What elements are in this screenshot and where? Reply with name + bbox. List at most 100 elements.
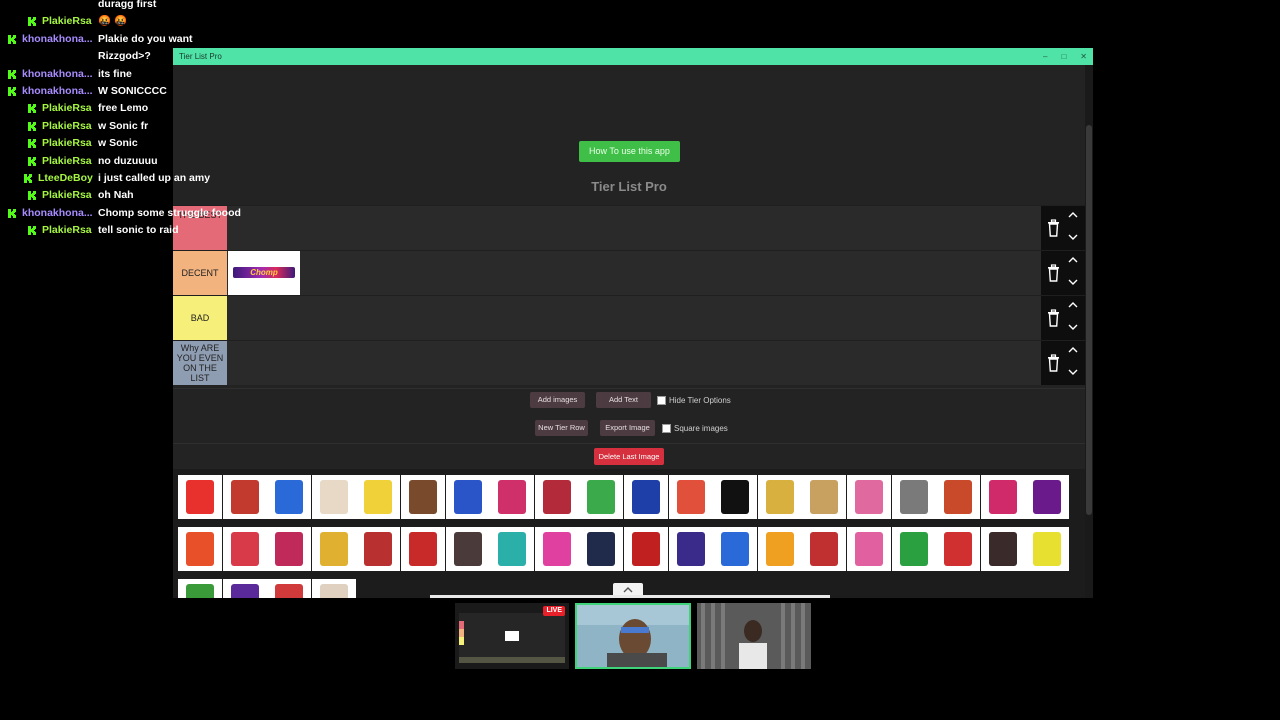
pool-image[interactable] <box>222 527 267 571</box>
pool-image[interactable] <box>267 527 312 571</box>
pool-image[interactable] <box>401 475 445 519</box>
pool-image[interactable] <box>534 527 579 571</box>
chat-username[interactable]: PlakieRsa <box>42 13 92 29</box>
pool-image[interactable] <box>757 475 802 519</box>
guest-cam-preview <box>697 603 811 669</box>
tier-row[interactable]: THE BEST <box>173 205 1085 250</box>
chat-username[interactable]: khonakhona... <box>22 31 93 47</box>
pool-image[interactable] <box>401 527 445 571</box>
pool-image[interactable] <box>356 475 401 519</box>
chat-username[interactable]: khonakhona... <box>22 205 93 221</box>
how-to-button[interactable]: How To use this app <box>579 141 680 162</box>
trash-icon[interactable] <box>1047 354 1060 372</box>
pool-image[interactable] <box>847 527 891 571</box>
pool-image[interactable] <box>311 527 356 571</box>
pool-image[interactable] <box>757 527 802 571</box>
chat-username[interactable]: khonakhona... <box>22 83 93 99</box>
screen-share-tile[interactable]: LIVE <box>455 603 569 669</box>
pool-image[interactable] <box>713 527 758 571</box>
pool-image[interactable] <box>178 527 222 571</box>
chat-username[interactable]: LteeDeBoy <box>38 170 93 186</box>
chevron-down-icon[interactable] <box>1067 322 1079 332</box>
pool-image[interactable] <box>178 579 222 598</box>
pool-image[interactable] <box>490 475 535 519</box>
export-image-button[interactable]: Export Image <box>600 420 655 436</box>
chevron-up-icon[interactable] <box>1067 210 1079 220</box>
pool-image[interactable] <box>847 475 891 519</box>
trash-icon[interactable] <box>1047 264 1060 282</box>
pool-image[interactable] <box>445 527 490 571</box>
snack-pack-icon <box>319 532 348 566</box>
add-text-button[interactable]: Add Text <box>596 392 651 408</box>
scrollbar-thumb[interactable] <box>1086 125 1092 515</box>
tier-row[interactable]: Why ARE YOU EVEN ON THE LIST <box>173 340 1085 385</box>
pool-image[interactable] <box>311 579 356 598</box>
chat-username[interactable]: PlakieRsa <box>42 118 92 134</box>
pool-image[interactable] <box>534 475 579 519</box>
pool-image[interactable] <box>891 527 936 571</box>
tier-item-image[interactable]: Chomp <box>228 251 300 295</box>
pool-image[interactable] <box>936 527 981 571</box>
window-titlebar[interactable]: Tier List Pro – □ ✕ <box>173 48 1093 65</box>
chat-username[interactable]: PlakieRsa <box>42 187 92 203</box>
tier-row[interactable]: BAD <box>173 295 1085 340</box>
tier-label[interactable]: Why ARE YOU EVEN ON THE LIST <box>173 341 227 385</box>
add-images-button[interactable]: Add images <box>530 392 585 408</box>
pool-image[interactable] <box>311 475 356 519</box>
pool-image[interactable] <box>624 475 668 519</box>
app-heading: Tier List Pro <box>591 179 667 194</box>
square-images-checkbox[interactable]: Square images <box>662 420 728 436</box>
window-controls: – □ ✕ <box>1043 48 1087 65</box>
chevron-up-icon[interactable] <box>1067 300 1079 310</box>
tier-row[interactable]: DECENT Chomp <box>173 250 1085 295</box>
pool-image[interactable] <box>936 475 981 519</box>
pool-image[interactable] <box>802 475 847 519</box>
pool-image[interactable] <box>624 527 668 571</box>
delete-last-image-button[interactable]: Delete Last Image <box>594 448 664 465</box>
pool-image[interactable] <box>891 475 936 519</box>
snack-pack-icon <box>899 480 928 514</box>
pool-image[interactable] <box>356 527 401 571</box>
pool-image[interactable] <box>222 475 267 519</box>
checkbox-box[interactable] <box>657 395 666 405</box>
hide-tier-options-checkbox[interactable]: Hide Tier Options <box>657 392 731 408</box>
maximize-icon[interactable]: □ <box>1061 48 1066 65</box>
pool-image[interactable] <box>267 475 312 519</box>
pool-image[interactable] <box>713 475 758 519</box>
pool-image[interactable] <box>445 475 490 519</box>
pool-image[interactable] <box>668 527 713 571</box>
trash-icon[interactable] <box>1047 219 1060 237</box>
tier-label[interactable]: BAD <box>173 296 227 340</box>
minimize-icon[interactable]: – <box>1043 48 1047 65</box>
pool-image[interactable] <box>579 475 624 519</box>
pool-image[interactable] <box>222 579 267 598</box>
pool-image[interactable] <box>980 527 1025 571</box>
new-tier-row-button[interactable]: New Tier Row <box>535 420 588 436</box>
pool-image[interactable] <box>178 475 222 519</box>
checkbox-box[interactable] <box>662 423 671 433</box>
pool-image[interactable] <box>802 527 847 571</box>
chat-username[interactable]: PlakieRsa <box>42 222 92 238</box>
window-scrollbar[interactable] <box>1085 65 1093 598</box>
chevron-up-icon[interactable] <box>1067 255 1079 265</box>
pool-image[interactable] <box>1025 475 1070 519</box>
chevron-down-icon[interactable] <box>1067 367 1079 377</box>
chevron-down-icon[interactable] <box>1067 232 1079 242</box>
tier-label[interactable]: DECENT <box>173 251 227 295</box>
close-icon[interactable]: ✕ <box>1080 48 1087 65</box>
trash-icon[interactable] <box>1047 309 1060 327</box>
chevron-up-icon[interactable] <box>1067 345 1079 355</box>
pool-image[interactable] <box>980 475 1025 519</box>
streamer-cam-tile[interactable] <box>575 603 691 669</box>
pool-image[interactable] <box>267 579 312 598</box>
pool-image[interactable] <box>579 527 624 571</box>
guest-cam-tile[interactable] <box>697 603 811 669</box>
chevron-down-icon[interactable] <box>1067 277 1079 287</box>
pool-image[interactable] <box>1025 527 1070 571</box>
chat-username[interactable]: khonakhona... <box>22 66 93 82</box>
chat-username[interactable]: PlakieRsa <box>42 153 92 169</box>
chat-username[interactable]: PlakieRsa <box>42 135 92 151</box>
pool-image[interactable] <box>668 475 713 519</box>
chat-username[interactable]: PlakieRsa <box>42 100 92 116</box>
pool-image[interactable] <box>490 527 535 571</box>
